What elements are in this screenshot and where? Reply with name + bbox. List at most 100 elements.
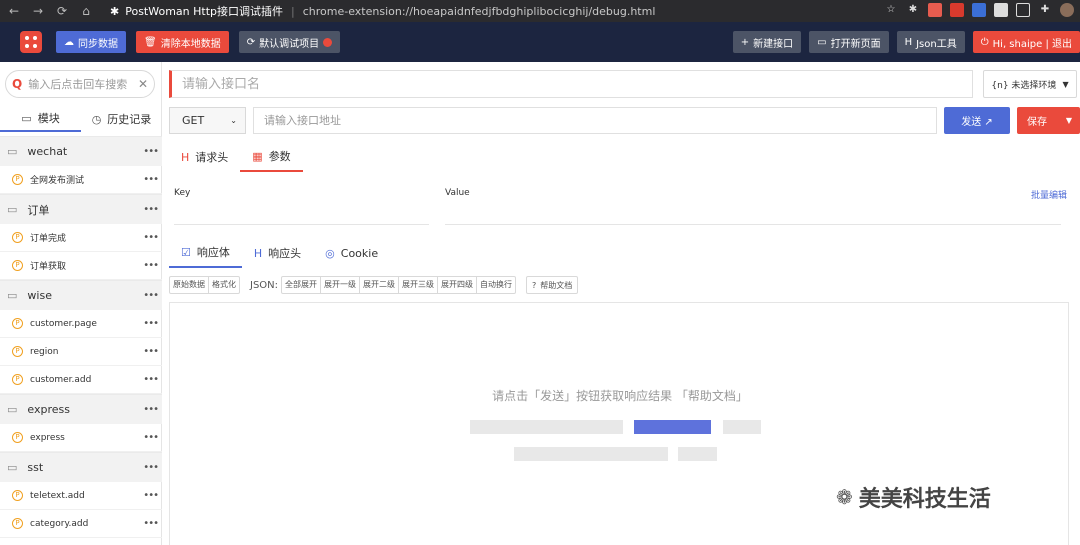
puzzle-icon[interactable]: ✚: [1038, 3, 1052, 17]
more-icon[interactable]: •••: [143, 318, 159, 329]
forward-icon[interactable]: →: [32, 4, 44, 18]
key-column-label: Key: [174, 188, 191, 198]
tab-request-headers[interactable]: H 请求头: [169, 142, 240, 172]
open-page-button[interactable]: ▭ 打开新页面: [809, 31, 889, 53]
list-item[interactable]: P customer.page •••: [0, 310, 162, 338]
raw-data-button[interactable]: 原始数据: [170, 277, 209, 293]
list-extension-icon[interactable]: [994, 3, 1008, 17]
list-item[interactable]: P 订单完成 •••: [0, 224, 162, 252]
tab-request-headers-label: 请求头: [195, 151, 229, 164]
more-icon[interactable]: •••: [143, 462, 159, 473]
profile-avatar[interactable]: [1060, 3, 1074, 17]
group-express[interactable]: ▭ express •••: [0, 394, 162, 424]
more-icon[interactable]: •••: [143, 346, 159, 357]
group-sst[interactable]: ▭ sst •••: [0, 452, 162, 482]
skeleton-bar: [470, 420, 623, 434]
tab-response-headers[interactable]: H 响应头: [242, 238, 313, 268]
group-order[interactable]: ▭ 订单 •••: [0, 194, 162, 224]
list-item[interactable]: P 订单获取 •••: [0, 252, 162, 280]
tab-cookie[interactable]: ◎ Cookie: [313, 238, 390, 268]
caret-down-icon[interactable]: ▼: [1066, 116, 1072, 125]
key-input-underline[interactable]: [174, 224, 429, 225]
value-input-underline[interactable]: [445, 224, 1061, 225]
response-tabs: ☑ 响应体 H 响应头 ◎ Cookie: [169, 238, 390, 268]
skeleton-bar: [678, 447, 717, 461]
method-select[interactable]: GET ⌄: [169, 107, 246, 134]
list-item[interactable]: P teletext.add •••: [0, 482, 162, 510]
json-tool-button[interactable]: H Json工具: [896, 31, 965, 53]
group-wise[interactable]: ▭ wise •••: [0, 280, 162, 310]
format-button[interactable]: 格式化: [209, 277, 239, 293]
api-name-input[interactable]: [182, 76, 782, 92]
environment-select[interactable]: {n} 未选择环境 ▼: [983, 70, 1077, 98]
more-icon[interactable]: •••: [143, 518, 159, 529]
box-extension-icon[interactable]: [1016, 3, 1030, 17]
blue-extension-icon[interactable]: [972, 3, 986, 17]
search-input[interactable]: [28, 77, 129, 91]
checkbox-icon: ☑: [181, 245, 191, 259]
api-url-input[interactable]: [264, 114, 864, 127]
send-label: 发送 ↗: [961, 117, 993, 128]
help-docs-button[interactable]: ? 帮助文档: [526, 276, 579, 294]
tab-cookie-label: Cookie: [340, 246, 379, 260]
item-label: customer.page: [30, 318, 97, 329]
sync-button[interactable]: ☁ 同步数据: [56, 31, 126, 53]
address-bar[interactable]: chrome-extension://hoeapaidnfedjfbdghipl…: [303, 5, 656, 18]
bulk-edit-link[interactable]: 批量编辑: [1031, 188, 1067, 201]
more-icon[interactable]: •••: [143, 174, 159, 185]
group-wechat[interactable]: ▭ wechat •••: [0, 136, 162, 166]
list-item[interactable]: P category.add •••: [0, 510, 162, 538]
clear-local-button[interactable]: 🗑 清除本地数据: [136, 31, 229, 53]
header-icon: H: [253, 246, 263, 260]
home-icon[interactable]: ⌂: [80, 4, 92, 18]
new-api-button[interactable]: + 新建接口: [732, 31, 802, 53]
default-project-label: 默认调试项目: [259, 38, 320, 50]
main-panel: {n} 未选择环境 ▼ GET ⌄ 发送 ↗ 保存 ▼ H 请求头 ▦ 参数 K…: [163, 62, 1080, 545]
red-extension-icon[interactable]: [928, 3, 942, 17]
save-button[interactable]: 保存 ▼: [1017, 107, 1080, 134]
new-api-label: 新建接口: [753, 38, 794, 50]
more-icon[interactable]: •••: [143, 490, 159, 501]
list-item[interactable]: P 全网发布测试 •••: [0, 166, 162, 194]
expand-level-4-button[interactable]: 展开四级: [438, 277, 478, 293]
caret-down-icon: ▼: [1062, 79, 1069, 89]
record-dot-icon: [323, 37, 333, 47]
skeleton-bar: [514, 447, 668, 461]
tab-params[interactable]: ▦ 参数: [240, 142, 303, 172]
json-icon: H: [904, 36, 913, 48]
gear-extension-icon[interactable]: ✱: [906, 3, 920, 17]
browser-extensions: ☆ ✱ ✚: [884, 3, 1074, 17]
json-label: JSON:: [250, 279, 279, 291]
chevron-down-icon: ⌄: [230, 116, 237, 125]
more-icon[interactable]: •••: [143, 290, 159, 301]
tab-response-body[interactable]: ☑ 响应体: [169, 238, 242, 268]
list-item[interactable]: P customer.add •••: [0, 366, 162, 394]
more-icon[interactable]: •••: [143, 146, 159, 157]
more-icon[interactable]: •••: [143, 374, 159, 385]
dice-extension-icon[interactable]: [950, 3, 964, 17]
tab-history[interactable]: ◷ 历史记录: [81, 106, 162, 132]
expand-level-3-button[interactable]: 展开三级: [399, 277, 439, 293]
more-icon[interactable]: •••: [143, 232, 159, 243]
user-logout-button[interactable]: ⏻ Hi, shaipe | 退出: [972, 31, 1080, 53]
back-icon[interactable]: ←: [8, 4, 20, 18]
sync-label: 同步数据: [78, 38, 118, 50]
tab-modules[interactable]: ▭ 模块: [0, 106, 81, 132]
bookmark-star-icon[interactable]: ☆: [884, 3, 898, 17]
list-item[interactable]: P region •••: [0, 338, 162, 366]
auto-wrap-button[interactable]: 自动换行: [477, 277, 515, 293]
more-icon[interactable]: •••: [143, 432, 159, 443]
clear-search-icon[interactable]: ✕: [138, 77, 148, 91]
default-project-button[interactable]: ⟳ 默认调试项目: [238, 31, 341, 53]
expand-level-1-button[interactable]: 展开一级: [321, 277, 361, 293]
more-icon[interactable]: •••: [143, 404, 159, 415]
expand-level-2-button[interactable]: 展开二级: [360, 277, 400, 293]
expand-all-button[interactable]: 全部展开: [282, 277, 322, 293]
more-icon[interactable]: •••: [143, 204, 159, 215]
send-button[interactable]: 发送 ↗: [944, 107, 1010, 134]
tab-params-label: 参数: [268, 150, 291, 163]
list-item[interactable]: P express •••: [0, 424, 162, 452]
module-tree: ▭ wechat ••• P 全网发布测试 ••• ▭ 订单 ••• P 订单完…: [0, 136, 162, 538]
reload-icon[interactable]: ⟳: [56, 4, 68, 18]
more-icon[interactable]: •••: [143, 260, 159, 271]
